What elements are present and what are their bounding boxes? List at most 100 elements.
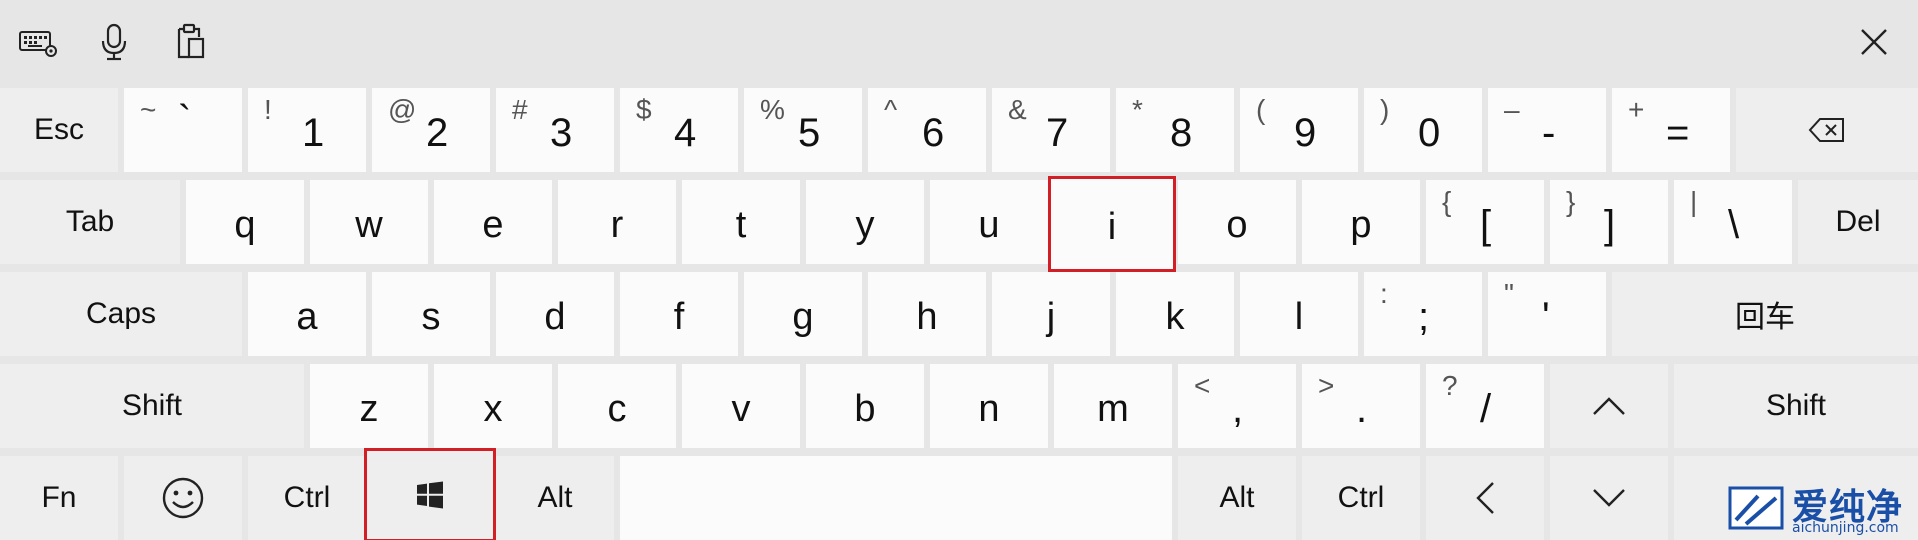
key-label: l xyxy=(1294,295,1304,338)
key-label: . xyxy=(1356,386,1368,431)
key-7[interactable]: & 7 xyxy=(992,88,1110,172)
microphone-icon[interactable] xyxy=(90,18,138,66)
key-quote[interactable]: " ' xyxy=(1488,272,1606,356)
key-label: j xyxy=(1046,295,1056,338)
key-label: \ xyxy=(1728,202,1740,247)
key-a[interactable]: a xyxy=(248,272,366,356)
key-label: 2 xyxy=(426,110,449,155)
key-label: ` xyxy=(178,98,192,142)
key-l[interactable]: l xyxy=(1240,272,1358,356)
key-label: x xyxy=(483,387,503,430)
key-spacebar[interactable] xyxy=(620,456,1172,540)
key-slash[interactable]: ? / xyxy=(1426,364,1544,448)
key-bracket-left[interactable]: {[ xyxy=(1426,180,1544,264)
key-label: 9 xyxy=(1294,110,1317,155)
key-label: b xyxy=(854,387,876,430)
key-arrow-down[interactable] xyxy=(1550,456,1668,540)
key-m[interactable]: m xyxy=(1054,364,1172,448)
key-esc[interactable]: Esc xyxy=(0,88,118,172)
key-label: Shift xyxy=(121,389,183,422)
key-label: a xyxy=(296,295,318,338)
key-enter[interactable]: 回车 xyxy=(1612,272,1918,356)
key-shift-right[interactable]: Shift xyxy=(1674,364,1918,448)
key-label: Shift xyxy=(1765,389,1827,422)
key-bracket-right[interactable]: }] xyxy=(1550,180,1668,264)
key-g[interactable]: g xyxy=(744,272,862,356)
key-e[interactable]: e xyxy=(434,180,552,264)
key-alt-right[interactable]: Alt xyxy=(1178,456,1296,540)
key-label: 8 xyxy=(1170,110,1193,155)
key-minus[interactable]: – - xyxy=(1488,88,1606,172)
key-label: Caps xyxy=(85,297,157,330)
key-3[interactable]: #3 xyxy=(496,88,614,172)
key-r[interactable]: r xyxy=(558,180,676,264)
key-backspace[interactable] xyxy=(1736,88,1918,172)
key-c[interactable]: c xyxy=(558,364,676,448)
key-t[interactable]: t xyxy=(682,180,800,264)
key-b[interactable]: b xyxy=(806,364,924,448)
on-screen-keyboard: Esc ~ ` ! 1 @2 #3 $4 % 5 ^ 6 & 7 * 8 (9 ) 0 – - … xyxy=(0,86,1918,540)
key-backslash[interactable]: | \ xyxy=(1674,180,1792,264)
key-label: 4 xyxy=(674,110,697,155)
key-label: t xyxy=(735,203,747,246)
key-4[interactable]: $4 xyxy=(620,88,738,172)
key-9[interactable]: (9 xyxy=(1240,88,1358,172)
key-1[interactable]: ! 1 xyxy=(248,88,366,172)
key-label: u xyxy=(978,203,1000,246)
key-emoji[interactable] xyxy=(124,456,242,540)
key-alt-left[interactable]: Alt xyxy=(496,456,614,540)
key-i-highlighted[interactable]: i xyxy=(1048,176,1176,272)
key-backtick[interactable]: ~ ` xyxy=(124,88,242,172)
key-ctrl-left[interactable]: Ctrl xyxy=(248,456,366,540)
keyboard-settings-icon[interactable] xyxy=(14,18,62,66)
key-x[interactable]: x xyxy=(434,364,552,448)
key-tab[interactable]: Tab xyxy=(0,180,180,264)
key-w[interactable]: w xyxy=(310,180,428,264)
backspace-icon xyxy=(1736,88,1918,172)
key-f[interactable]: f xyxy=(620,272,738,356)
key-d[interactable]: d xyxy=(496,272,614,356)
watermark-logo-icon xyxy=(1728,486,1784,530)
key-label: n xyxy=(978,387,1000,430)
key-6[interactable]: ^ 6 xyxy=(868,88,986,172)
key-label: 3 xyxy=(550,110,573,155)
key-s[interactable]: s xyxy=(372,272,490,356)
key-k[interactable]: k xyxy=(1116,272,1234,356)
key-period[interactable]: >. xyxy=(1302,364,1420,448)
key-equals[interactable]: + = xyxy=(1612,88,1730,172)
key-n[interactable]: n xyxy=(930,364,1048,448)
key-z[interactable]: z xyxy=(310,364,428,448)
key-label: 回车 xyxy=(1735,300,1795,335)
key-o[interactable]: o xyxy=(1178,180,1296,264)
key-u[interactable]: u xyxy=(930,180,1048,264)
key-shift-left[interactable]: Shift xyxy=(0,364,304,448)
key-fn[interactable]: Fn xyxy=(0,456,118,540)
key-del[interactable]: Del xyxy=(1798,180,1918,264)
key-label: Ctrl xyxy=(1337,481,1385,514)
key-y[interactable]: y xyxy=(806,180,924,264)
key-label: 0 xyxy=(1418,110,1441,155)
key-arrow-up[interactable] xyxy=(1550,364,1668,448)
key-windows-highlighted[interactable] xyxy=(364,448,496,540)
key-ctrl-right[interactable]: Ctrl xyxy=(1302,456,1420,540)
watermark-text-en: aichunjing.com xyxy=(1792,520,1899,536)
key-5[interactable]: % 5 xyxy=(744,88,862,172)
key-semicolon[interactable]: :; xyxy=(1364,272,1482,356)
key-j[interactable]: j xyxy=(992,272,1110,356)
key-2[interactable]: @2 xyxy=(372,88,490,172)
key-q[interactable]: q xyxy=(186,180,304,264)
key-p[interactable]: p xyxy=(1302,180,1420,264)
arrow-left-icon xyxy=(1426,456,1544,540)
key-v[interactable]: v xyxy=(682,364,800,448)
key-label: p xyxy=(1350,203,1372,246)
key-caps[interactable]: Caps xyxy=(0,272,242,356)
key-8[interactable]: * 8 xyxy=(1116,88,1234,172)
clipboard-icon[interactable] xyxy=(166,18,214,66)
key-arrow-left[interactable] xyxy=(1426,456,1544,540)
windows-logo-icon xyxy=(366,450,494,540)
key-0[interactable]: ) 0 xyxy=(1364,88,1482,172)
key-label: 1 xyxy=(302,110,325,155)
key-comma[interactable]: <, xyxy=(1178,364,1296,448)
close-icon[interactable] xyxy=(1850,18,1898,66)
key-h[interactable]: h xyxy=(868,272,986,356)
